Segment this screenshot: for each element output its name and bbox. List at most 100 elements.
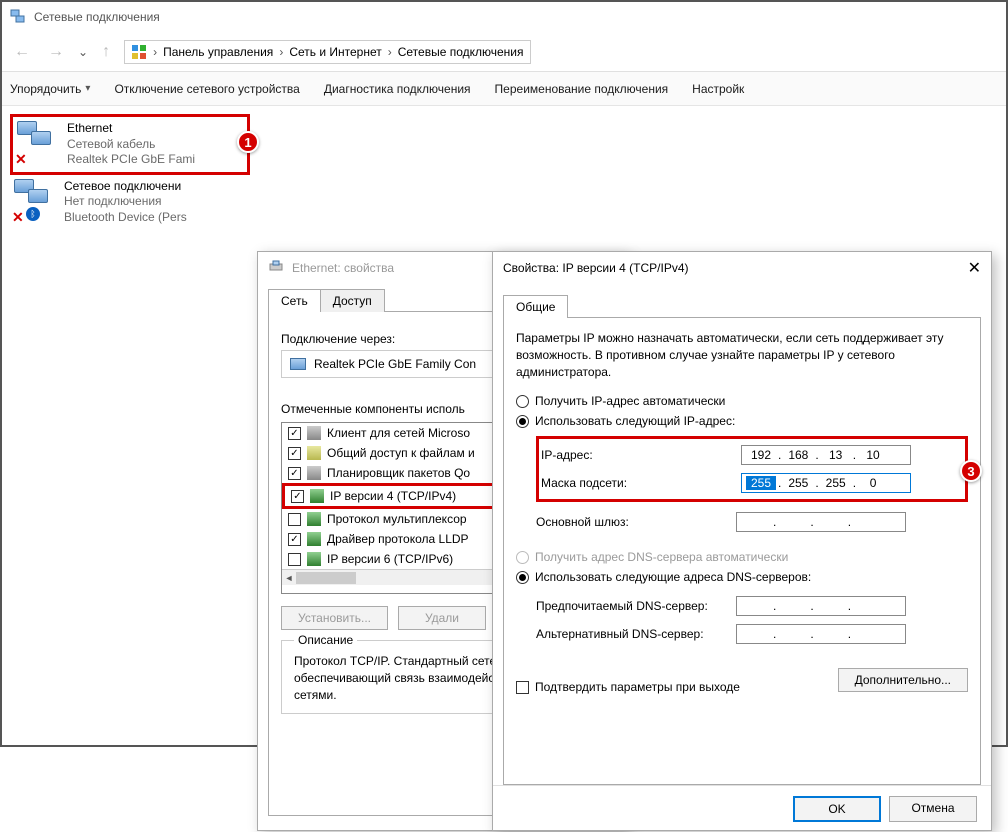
explanation-text: Параметры IP можно назначать автоматичес…: [516, 330, 968, 380]
radio-icon: [516, 395, 529, 408]
subnet-mask-input[interactable]: 255. 255. 255. 0: [741, 473, 911, 493]
breadcrumb[interactable]: › Панель управления › Сеть и Интернет › …: [124, 40, 530, 64]
nav-recent-chevron-icon[interactable]: ⌄: [78, 45, 88, 59]
breadcrumb-item[interactable]: Сетевые подключения: [398, 45, 524, 59]
nic-device: Bluetooth Device (Pers: [64, 210, 187, 226]
bluetooth-icon: ᛒ: [26, 207, 40, 221]
radio-static-ip[interactable]: Использовать следующий IP-адрес:: [516, 414, 968, 428]
dns1-input[interactable]: ...: [736, 596, 906, 616]
dialog-title: Ethernet: свойства: [292, 261, 394, 275]
chevron-right-icon: ›: [153, 45, 157, 59]
checkbox-icon[interactable]: [288, 533, 301, 546]
subnet-mask-label: Маска подсети:: [541, 476, 741, 490]
scroll-left-icon[interactable]: ◄: [282, 571, 296, 585]
component-label: Клиент для сетей Microso: [327, 426, 470, 440]
checkbox-icon[interactable]: [288, 553, 301, 566]
toolbar-organize[interactable]: Упорядочить▾: [10, 82, 90, 96]
disconnected-x-icon: ✕: [15, 151, 29, 165]
checkbox-icon: [516, 681, 529, 694]
cancel-button[interactable]: Отмена: [889, 796, 977, 822]
nic-device: Realtek PCIe GbE Fami: [67, 152, 195, 168]
radio-auto-dns: Получить адрес DNS-сервера автоматически: [516, 550, 968, 564]
toolbar-diagnose[interactable]: Диагностика подключения: [324, 82, 471, 96]
advanced-button[interactable]: Дополнительно...: [838, 668, 968, 692]
tab-general[interactable]: Общие: [503, 295, 568, 318]
dns1-label: Предпочитаемый DNS-сервер:: [536, 599, 736, 613]
validate-checkbox[interactable]: Подтвердить параметры при выходе: [516, 680, 740, 694]
nav-up-icon[interactable]: ↑: [98, 43, 114, 61]
checkbox-icon[interactable]: [288, 513, 301, 526]
nic-name: Сетевое подключени: [64, 179, 187, 195]
nav-back-icon[interactable]: ←: [10, 43, 34, 61]
component-type-icon: [307, 466, 321, 480]
nic-icon: ✕ ᛒ: [14, 179, 56, 221]
component-type-icon: [307, 512, 321, 526]
disconnected-x-icon: ✕: [12, 209, 26, 223]
dns2-input[interactable]: ...: [736, 624, 906, 644]
ip-settings-group: IP-адрес: 192. 168. 13. 10 Маска подсети…: [536, 436, 968, 502]
breadcrumb-item[interactable]: Панель управления: [163, 45, 273, 59]
annotation-badge-1: 1: [237, 131, 259, 153]
component-type-icon: [310, 489, 324, 503]
component-label: IP версии 4 (TCP/IPv4): [330, 489, 456, 503]
nic-status: Сетевой кабель: [67, 137, 195, 153]
explorer-navbar: ← → ⌄ ↑ › Панель управления › Сеть и Инт…: [2, 32, 1006, 72]
breadcrumb-item[interactable]: Сеть и Интернет: [289, 45, 381, 59]
network-adapter-list: ✕ Ethernet Сетевой кабель Realtek PCIe G…: [10, 114, 250, 230]
component-type-icon: [307, 532, 321, 546]
chevron-right-icon: ›: [388, 45, 392, 59]
uninstall-button[interactable]: Удали: [398, 606, 486, 630]
toolbar-disable-device[interactable]: Отключение сетевого устройства: [114, 82, 299, 96]
nic-name: Ethernet: [67, 121, 195, 137]
net-adapter-icon: [268, 259, 284, 278]
nic-icon: ✕: [17, 121, 59, 163]
component-label: Протокол мультиплексор: [327, 512, 467, 526]
checkbox-icon[interactable]: [288, 447, 301, 460]
radio-static-dns[interactable]: Использовать следующие адреса DNS-сервер…: [516, 570, 968, 584]
device-name: Realtek PCIe GbE Family Con: [314, 357, 476, 371]
description-group-title: Описание: [294, 633, 357, 647]
explorer-titlebar: Сетевые подключения: [2, 2, 1006, 32]
annotation-badge-3: 3: [960, 460, 982, 482]
tab-network[interactable]: Сеть: [268, 289, 321, 312]
window-title: Сетевые подключения: [34, 10, 160, 24]
nic-item-bluetooth[interactable]: ✕ ᛒ Сетевое подключени Нет подключения B…: [10, 175, 250, 230]
dns2-label: Альтернативный DNS-сервер:: [536, 627, 736, 641]
checkbox-icon[interactable]: [288, 467, 301, 480]
component-label: Планировщик пакетов Qo: [327, 466, 470, 480]
component-label: IP версии 6 (TCP/IPv6): [327, 552, 453, 566]
ok-button[interactable]: OK: [793, 796, 881, 822]
nav-forward-icon[interactable]: →: [44, 43, 68, 61]
component-type-icon: [307, 446, 321, 460]
ipv4-properties-dialog: Свойства: IP версии 4 (TCP/IPv4) ✕ Общие…: [492, 251, 992, 831]
explorer-toolbar: Упорядочить▾ Отключение сетевого устройс…: [2, 72, 1006, 106]
dialog-title: Свойства: IP версии 4 (TCP/IPv4): [503, 261, 689, 275]
ip-address-label: IP-адрес:: [541, 448, 741, 462]
chevron-right-icon: ›: [279, 45, 283, 59]
nic-item-ethernet[interactable]: ✕ Ethernet Сетевой кабель Realtek PCIe G…: [10, 114, 250, 175]
ip-address-input[interactable]: 192. 168. 13. 10: [741, 445, 911, 465]
tab-access[interactable]: Доступ: [320, 289, 385, 312]
install-button[interactable]: Установить...: [281, 606, 388, 630]
adapter-icon: [290, 358, 306, 370]
scroll-thumb[interactable]: [296, 572, 356, 584]
gateway-label: Основной шлюз:: [536, 515, 736, 529]
radio-auto-ip[interactable]: Получить IP-адрес автоматически: [516, 394, 968, 408]
radio-icon: [516, 571, 529, 584]
component-label: Драйвер протокола LLDP: [327, 532, 469, 546]
chevron-down-icon: ▾: [85, 83, 90, 94]
gateway-input[interactable]: ...: [736, 512, 906, 532]
toolbar-settings[interactable]: Настройк: [692, 82, 744, 96]
network-connections-icon: [10, 9, 26, 25]
toolbar-rename[interactable]: Переименование подключения: [495, 82, 669, 96]
radio-icon: [516, 551, 529, 564]
component-label: Общий доступ к файлам и: [327, 446, 475, 460]
close-button[interactable]: ✕: [968, 258, 981, 278]
checkbox-icon[interactable]: [288, 427, 301, 440]
radio-icon: [516, 415, 529, 428]
component-type-icon: [307, 552, 321, 566]
dialog-titlebar: Свойства: IP версии 4 (TCP/IPv4) ✕: [493, 252, 991, 284]
component-type-icon: [307, 426, 321, 440]
checkbox-icon[interactable]: [291, 490, 304, 503]
nic-status: Нет подключения: [64, 194, 187, 210]
